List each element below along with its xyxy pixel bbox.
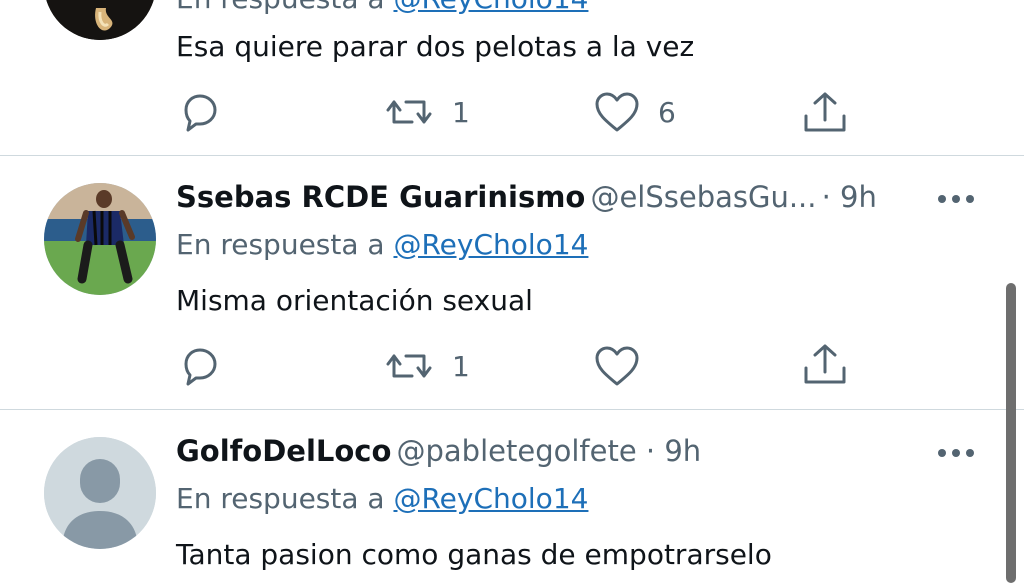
- tweet-text: Tanta pasion como ganas de empotrarselo: [176, 538, 772, 571]
- like-icon: [595, 346, 639, 386]
- avatar[interactable]: [44, 0, 156, 40]
- retweet-button[interactable]: 1: [384, 90, 470, 134]
- retweet-icon: [386, 100, 432, 124]
- retweet-icon: [386, 354, 432, 378]
- mention-link[interactable]: @ReyCholo14: [393, 482, 588, 515]
- reply-context: En respuesta a @ReyCholo14: [176, 0, 588, 15]
- retweet-button[interactable]: 1: [384, 344, 470, 388]
- reply-button[interactable]: [178, 344, 222, 388]
- retweet-count: 1: [452, 95, 470, 129]
- display-name[interactable]: GolfoDelLoco: [176, 434, 391, 468]
- reply-prefix: En respuesta a: [176, 482, 385, 515]
- more-button[interactable]: [936, 438, 976, 472]
- more-icon: [938, 449, 974, 457]
- default-avatar-icon: [44, 437, 156, 549]
- scrollbar[interactable]: [1006, 283, 1016, 583]
- reply-context: En respuesta a @ReyCholo14: [176, 228, 588, 261]
- avatar[interactable]: [44, 437, 156, 549]
- tweet-text: Misma orientación sexual: [176, 284, 533, 317]
- like-count: 6: [658, 95, 676, 129]
- avatar-image: [44, 0, 156, 40]
- avatar[interactable]: [44, 183, 156, 295]
- mention-link[interactable]: @ReyCholo14: [393, 228, 588, 261]
- avatar-image: [44, 183, 156, 295]
- tweet-header: Ssebas RCDE Guarinismo @elSsebasGu... · …: [176, 180, 877, 214]
- share-button[interactable]: [802, 342, 848, 388]
- timestamp[interactable]: · 9h: [822, 180, 877, 214]
- share-icon: [804, 344, 846, 384]
- like-button[interactable]: 6: [594, 90, 676, 134]
- share-icon: [804, 92, 846, 132]
- tweet[interactable]: Ssebas RCDE Guarinismo @elSsebasGu... · …: [0, 156, 1024, 410]
- tweet[interactable]: GolfoDelLoco @pabletegolfete · 9h En res…: [0, 410, 1024, 576]
- share-button[interactable]: [802, 90, 848, 136]
- tweet-header: GolfoDelLoco @pabletegolfete · 9h: [176, 434, 701, 468]
- retweet-count: 1: [452, 349, 470, 383]
- display-name[interactable]: Ssebas RCDE Guarinismo: [176, 180, 585, 214]
- mention-link[interactable]: @ReyCholo14: [393, 0, 588, 15]
- like-button[interactable]: [594, 344, 640, 388]
- reply-button[interactable]: [178, 90, 222, 134]
- reply-prefix: En respuesta a: [176, 228, 385, 261]
- reply-icon: [184, 94, 217, 132]
- user-handle[interactable]: @pabletegolfete · 9h: [397, 434, 702, 468]
- like-icon: [595, 92, 639, 132]
- reply-prefix: En respuesta a: [176, 0, 385, 15]
- more-icon: [938, 195, 974, 203]
- tweet-text: Esa quiere parar dos pelotas a la vez: [176, 30, 695, 63]
- more-button[interactable]: [936, 184, 976, 218]
- user-handle[interactable]: @elSsebasGu...: [590, 180, 816, 214]
- tweet[interactable]: En respuesta a @ReyCholo14 Esa quiere pa…: [0, 0, 1024, 156]
- reply-context: En respuesta a @ReyCholo14: [176, 482, 588, 515]
- reply-icon: [184, 348, 217, 386]
